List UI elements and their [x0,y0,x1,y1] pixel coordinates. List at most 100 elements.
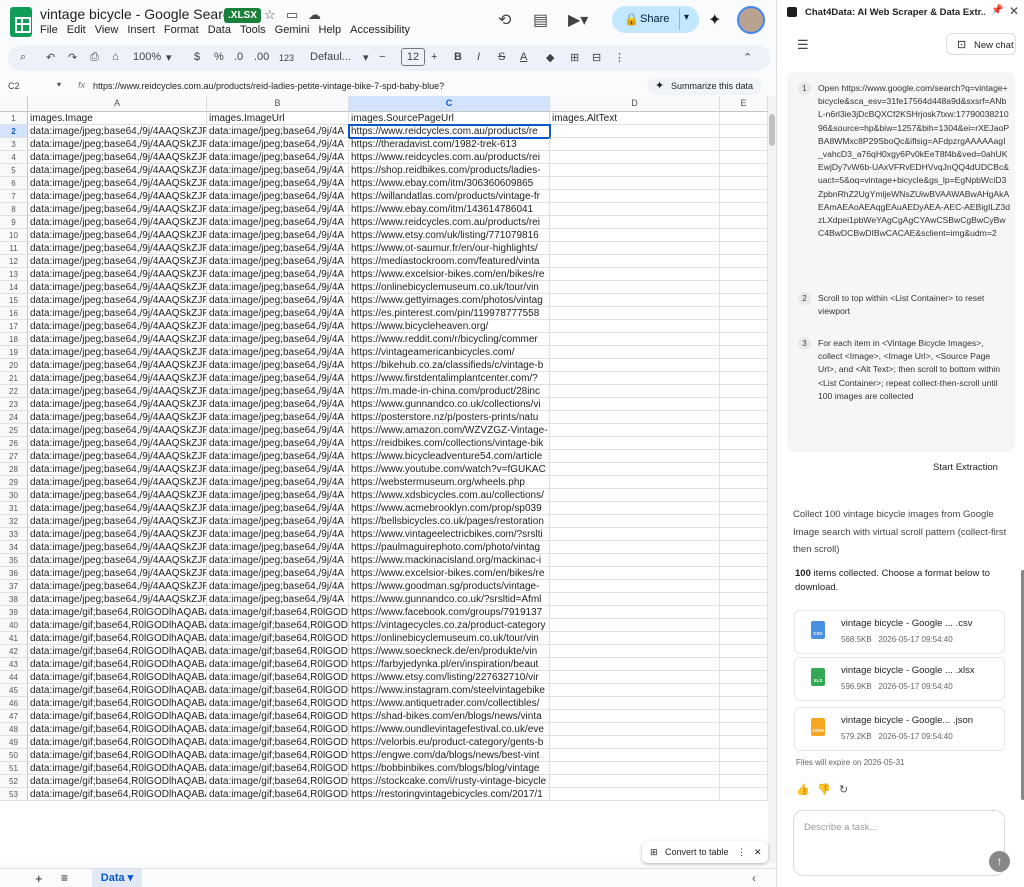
row-number[interactable]: 31 [0,502,28,515]
search-menus-icon[interactable]: ⌕ [20,51,26,64]
cell[interactable]: data:image/jpeg;base64,/9j/4AAQSkZJF [28,385,207,398]
cell[interactable] [550,762,720,775]
comments-icon[interactable]: ▤ [533,10,548,30]
cell[interactable] [550,255,720,268]
cell[interactable]: data:image/jpeg;base64,/9j/4AAQSkZJF [28,255,207,268]
cell[interactable] [550,645,720,658]
cell[interactable]: https://www.etsy.com/listing/227632710/v… [349,671,550,684]
currency-format-button[interactable]: $ [194,51,200,63]
zoom-select[interactable]: 100% [133,51,161,63]
cell[interactable] [720,112,768,125]
cell-reference-box[interactable]: C2 [8,81,20,91]
decrease-font-icon[interactable]: − [379,51,385,63]
cell[interactable]: data:image/jpeg;base64,/9j/4A [207,294,349,307]
cell[interactable]: https://webstermuseum.org/wheels.php [349,476,550,489]
cell[interactable]: data:image/jpeg;base64,/9j/4A [207,489,349,502]
cell[interactable]: data:image/gif;base64,R0lGODl [207,775,349,788]
pin-icon[interactable]: 📌 [991,5,1003,16]
cell[interactable] [550,164,720,177]
share-button[interactable]: 🔒 Share ▾ [612,6,699,33]
cell[interactable]: https://www.gettyimages.com/photos/vinta… [349,294,550,307]
cell[interactable]: https://es.pinterest.com/pin/11997877755… [349,307,550,320]
spreadsheet-grid[interactable]: A B C D E 1 images.Image images.ImageUrl… [0,96,768,863]
cell[interactable]: https://www.ebay.com/itm/306360609865 [349,177,550,190]
cell[interactable]: data:image/jpeg;base64,/9j/4AAQSkZJF [28,593,207,606]
cell[interactable] [550,333,720,346]
add-sheet-icon[interactable]: + [35,871,43,886]
cell[interactable] [550,398,720,411]
cell[interactable]: data:image/jpeg;base64,/9j/4AAQSkZJF [28,450,207,463]
task-input[interactable]: Describe a task... ↑ [793,810,1010,876]
cell[interactable]: data:image/jpeg;base64,/9j/4A [207,554,349,567]
row-number[interactable]: 14 [0,281,28,294]
percent-format-button[interactable]: % [214,51,224,63]
cell[interactable] [720,320,768,333]
row-number[interactable]: 18 [0,333,28,346]
collapse-toolbar-icon[interactable]: ⌃ [743,51,752,64]
cell[interactable]: data:image/jpeg;base64,/9j/4A [207,476,349,489]
redo-icon[interactable]: ↷ [68,51,77,64]
cell[interactable] [550,775,720,788]
cell[interactable] [550,450,720,463]
cell[interactable]: data:image/jpeg;base64,/9j/4AAQSkZJF [28,528,207,541]
column-header-d[interactable]: D [550,96,720,112]
row-number[interactable]: 44 [0,671,28,684]
gemini-icon[interactable]: ✦ [708,10,721,30]
cell[interactable] [720,424,768,437]
convert-label[interactable]: Convert to table [665,847,729,857]
summarize-data-button[interactable]: ✦ Summarize this data [647,78,762,95]
cell[interactable]: https://www.gunnandco.co.uk/collections/… [349,398,550,411]
cell[interactable]: data:image/gif;base64,R0lGODl [207,697,349,710]
cell[interactable] [720,359,768,372]
cell[interactable]: https://www.vintageelectricbikes.com/?sr… [349,528,550,541]
cell[interactable] [720,697,768,710]
cell[interactable]: https://velorbis.eu/product-category/gen… [349,736,550,749]
cell[interactable]: data:image/jpeg;base64,/9j/4A [207,346,349,359]
cell[interactable] [720,736,768,749]
row-number[interactable]: 16 [0,307,28,320]
cell[interactable] [720,645,768,658]
sheet-tab-data[interactable]: Data ▾ [92,869,142,887]
row-number[interactable]: 53 [0,788,28,801]
cell[interactable]: https://www.bicycleheaven.org/ [349,320,550,333]
cell[interactable]: data:image/jpeg;base64,/9j/4AAQSkZJF [28,554,207,567]
row-number[interactable]: 5 [0,164,28,177]
cell[interactable]: data:image/jpeg;base64,/9j/4A [207,385,349,398]
cell[interactable]: data:image/jpeg;base64,/9j/4A [207,268,349,281]
cell[interactable] [720,723,768,736]
cell[interactable]: data:image/gif;base64,R0lGODlhAQABA [28,658,207,671]
menu-tools[interactable]: Tools [240,24,266,36]
cell[interactable] [550,229,720,242]
cell[interactable]: data:image/gif;base64,R0lGODlhAQABA [28,788,207,801]
cell[interactable]: data:image/jpeg;base64,/9j/4A [207,463,349,476]
cell[interactable]: data:image/jpeg;base64,/9j/4AAQSkZJF [28,411,207,424]
cell[interactable]: https://www.firstdentalimplantcenter.com… [349,372,550,385]
cell[interactable]: data:image/jpeg;base64,/9j/4A [207,398,349,411]
star-icon[interactable]: ☆ [264,7,276,23]
cell[interactable]: data:image/jpeg;base64,/9j/4A [207,203,349,216]
active-cell[interactable]: https://www.reidcycles.com.au/products/r… [348,124,551,139]
cell[interactable]: data:image/gif;base64,R0lGODl [207,606,349,619]
cell[interactable]: data:image/jpeg;base64,/9j/4A [207,333,349,346]
cell[interactable]: data:image/jpeg;base64,/9j/4A [207,125,349,138]
cell[interactable]: data:image/jpeg;base64,/9j/4AAQSkZJF [28,268,207,281]
cell[interactable]: https://vintageamericanbicycles.com/ [349,346,550,359]
cell[interactable]: data:image/jpeg;base64,/9j/4A [207,255,349,268]
cell[interactable] [720,788,768,801]
chip-close-icon[interactable]: ✕ [754,847,762,858]
cell[interactable] [550,346,720,359]
cell[interactable] [720,476,768,489]
cell[interactable]: data:image/jpeg;base64,/9j/4A [207,190,349,203]
regenerate-icon[interactable]: ↻ [839,783,848,796]
cell[interactable]: https://reidbikes.com/collections/vintag… [349,437,550,450]
cell[interactable]: data:image/gif;base64,R0lGODlhAQABA [28,710,207,723]
convert-to-table-chip[interactable]: ⊞ Convert to table ⋮ ✕ [642,841,768,863]
select-all-corner[interactable] [0,96,28,112]
hamburger-menu-icon[interactable]: ☰ [797,37,809,53]
cell[interactable]: https://www.facebook.com/groups/7919137 [349,606,550,619]
cell[interactable]: https://shop.reidbikes.com/products/ladi… [349,164,550,177]
bold-icon[interactable]: B [454,51,462,63]
cell[interactable] [720,554,768,567]
cell[interactable] [720,684,768,697]
cell[interactable] [720,502,768,515]
